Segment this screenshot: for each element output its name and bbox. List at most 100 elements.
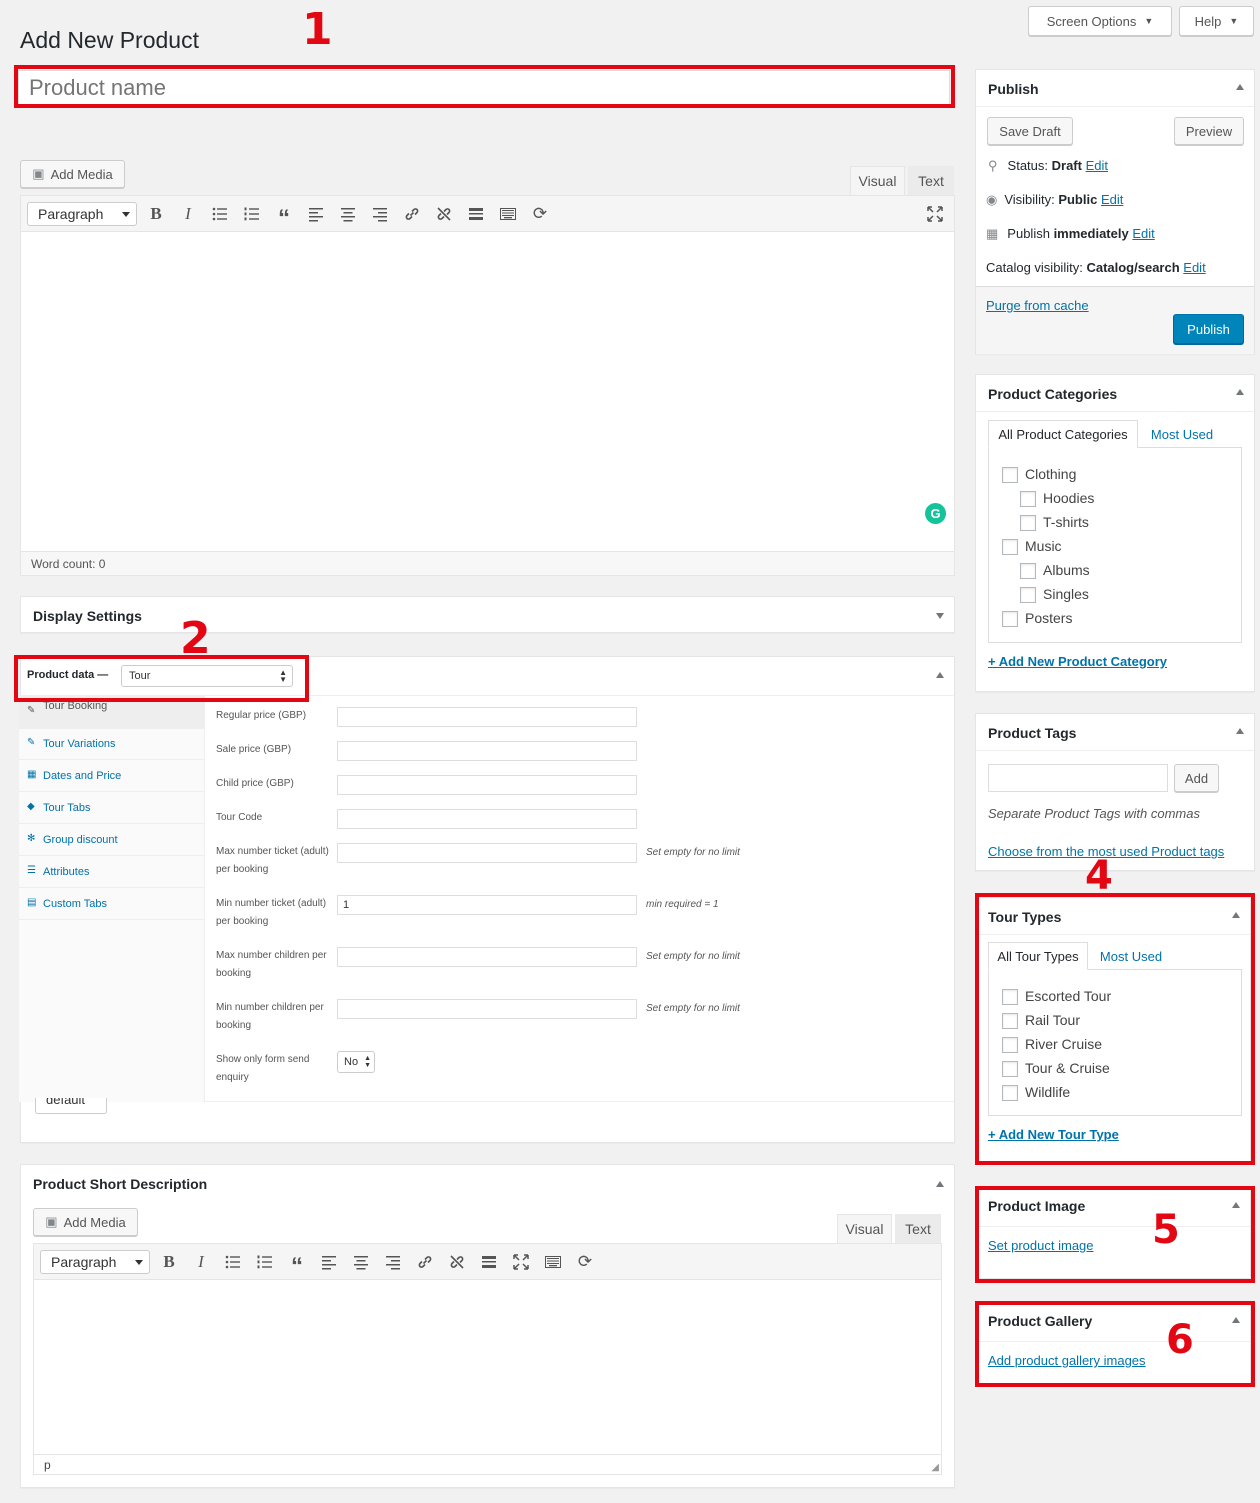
- save-draft-button[interactable]: Save Draft: [987, 117, 1073, 145]
- link-icon[interactable]: [399, 201, 425, 227]
- unlink-icon[interactable]: [431, 201, 457, 227]
- product-type-select[interactable]: Tour ▲ ▼: [121, 665, 293, 687]
- tab-all-tour-types[interactable]: All Tour Types: [988, 942, 1088, 970]
- tab-custom-tabs[interactable]: ▤ Custom Tabs: [19, 888, 205, 920]
- tour-type-checkbox[interactable]: [1002, 1013, 1018, 1029]
- link-icon[interactable]: [412, 1249, 438, 1275]
- italic-icon[interactable]: I: [175, 201, 201, 227]
- tab-visual[interactable]: Visual: [850, 166, 905, 195]
- template-select[interactable]: default: [35, 1098, 107, 1114]
- category-checkbox[interactable]: [1002, 467, 1018, 483]
- toggle-arrow-icon[interactable]: [1236, 84, 1244, 90]
- help-button[interactable]: Help ▼: [1179, 6, 1254, 36]
- edit-catalog-visibility-link[interactable]: Edit: [1183, 260, 1205, 275]
- sale-price-input[interactable]: [337, 741, 637, 761]
- category-checkbox[interactable]: [1002, 611, 1018, 627]
- tab-dates-and-price[interactable]: ▦ Dates and Price: [19, 760, 205, 792]
- max-adult-input[interactable]: [337, 843, 637, 863]
- tab-most-used-tour-types[interactable]: Most Used: [1091, 942, 1171, 970]
- category-checkbox[interactable]: [1020, 563, 1036, 579]
- tab-attributes[interactable]: ☰ Attributes: [19, 856, 205, 888]
- refresh-icon[interactable]: ⟳: [527, 201, 553, 227]
- min-adult-input[interactable]: [337, 895, 637, 915]
- tour-type-checkbox[interactable]: [1002, 1037, 1018, 1053]
- align-right-icon[interactable]: [367, 201, 393, 227]
- max-children-input[interactable]: [337, 947, 637, 967]
- category-checkbox[interactable]: [1020, 491, 1036, 507]
- align-center-icon[interactable]: [348, 1249, 374, 1275]
- add-new-tour-type-link[interactable]: + Add New Tour Type: [988, 1127, 1119, 1142]
- child-price-input[interactable]: [337, 775, 637, 795]
- toggle-arrow-icon[interactable]: [1236, 728, 1244, 734]
- numbered-list-icon[interactable]: [239, 201, 265, 227]
- set-product-image-link[interactable]: Set product image: [988, 1238, 1094, 1253]
- toggle-arrow-icon[interactable]: [1236, 389, 1244, 395]
- unlink-icon[interactable]: [444, 1249, 470, 1275]
- align-left-icon[interactable]: [303, 201, 329, 227]
- publish-button[interactable]: Publish: [1173, 314, 1244, 344]
- toggle-arrow-icon[interactable]: [1232, 1202, 1240, 1208]
- category-checkbox[interactable]: [1020, 515, 1036, 531]
- tour-type-checkbox[interactable]: [1002, 1061, 1018, 1077]
- keyboard-icon[interactable]: [495, 201, 521, 227]
- format-select[interactable]: Paragraph: [27, 202, 137, 226]
- preview-button[interactable]: Preview: [1174, 117, 1244, 145]
- toggle-arrow-icon[interactable]: [936, 613, 944, 619]
- tour-type-checkbox[interactable]: [1002, 989, 1018, 1005]
- blockquote-icon[interactable]: “: [284, 1249, 310, 1278]
- tab-visual[interactable]: Visual: [837, 1214, 892, 1243]
- refresh-icon[interactable]: ⟳: [572, 1249, 598, 1275]
- min-children-input[interactable]: [337, 999, 637, 1019]
- screen-options-button[interactable]: Screen Options ▼: [1028, 6, 1172, 36]
- category-checkbox[interactable]: [1020, 587, 1036, 603]
- italic-icon[interactable]: I: [188, 1249, 214, 1275]
- edit-visibility-link[interactable]: Edit: [1101, 192, 1123, 207]
- add-media-button[interactable]: ▣ Add Media: [20, 160, 125, 188]
- bold-icon[interactable]: B: [143, 201, 169, 227]
- align-center-icon[interactable]: [335, 201, 361, 227]
- tab-text[interactable]: Text: [908, 166, 954, 195]
- purge-cache-link[interactable]: Purge from cache: [986, 298, 1089, 313]
- read-more-icon[interactable]: [476, 1249, 502, 1275]
- tags-input[interactable]: [988, 764, 1168, 792]
- regular-price-input[interactable]: [337, 707, 637, 727]
- short-editor-body[interactable]: [34, 1280, 941, 1454]
- bullet-list-icon[interactable]: [220, 1249, 246, 1275]
- toggle-arrow-icon[interactable]: [936, 672, 944, 678]
- tab-tour-variations[interactable]: ✎ Tour Variations: [19, 728, 205, 760]
- add-media-button[interactable]: ▣ Add Media: [33, 1208, 138, 1236]
- add-new-category-link[interactable]: + Add New Product Category: [988, 654, 1167, 669]
- bullet-list-icon[interactable]: [207, 201, 233, 227]
- tour-code-input[interactable]: [337, 809, 637, 829]
- toggle-arrow-icon[interactable]: [936, 1181, 944, 1187]
- edit-publish-time-link[interactable]: Edit: [1132, 226, 1154, 241]
- toggle-arrow-icon[interactable]: [1232, 912, 1240, 918]
- resize-handle-icon[interactable]: ◢: [931, 1462, 939, 1473]
- tab-tour-tabs[interactable]: ◆ Tour Tabs: [19, 792, 205, 824]
- keyboard-icon[interactable]: [540, 1249, 566, 1275]
- add-tag-button[interactable]: Add: [1174, 764, 1219, 792]
- product-name-input[interactable]: [18, 70, 950, 106]
- align-left-icon[interactable]: [316, 1249, 342, 1275]
- edit-status-link[interactable]: Edit: [1086, 158, 1108, 173]
- tab-all-categories[interactable]: All Product Categories: [988, 420, 1138, 448]
- numbered-list-icon[interactable]: [252, 1249, 278, 1275]
- tour-type-checkbox[interactable]: [1002, 1085, 1018, 1101]
- tab-text[interactable]: Text: [895, 1214, 941, 1243]
- tab-group-discount[interactable]: ✻ Group discount: [19, 824, 205, 856]
- tab-tour-booking[interactable]: ✎ Tour Booking: [19, 696, 205, 729]
- grammarly-icon[interactable]: G: [925, 503, 946, 524]
- format-select[interactable]: Paragraph: [40, 1250, 150, 1274]
- fullscreen-icon[interactable]: [922, 201, 948, 227]
- fullscreen-icon[interactable]: [508, 1249, 534, 1275]
- align-right-icon[interactable]: [380, 1249, 406, 1275]
- form-enquiry-select[interactable]: No ▲ ▼: [337, 1051, 375, 1073]
- editor-body[interactable]: [21, 232, 954, 552]
- bold-icon[interactable]: B: [156, 1249, 182, 1275]
- read-more-icon[interactable]: [463, 201, 489, 227]
- category-checkbox[interactable]: [1002, 539, 1018, 555]
- tab-most-used-categories[interactable]: Most Used: [1142, 420, 1222, 448]
- toggle-arrow-icon[interactable]: [1232, 1317, 1240, 1323]
- blockquote-icon[interactable]: “: [271, 201, 297, 230]
- add-gallery-images-link[interactable]: Add product gallery images: [988, 1353, 1146, 1368]
